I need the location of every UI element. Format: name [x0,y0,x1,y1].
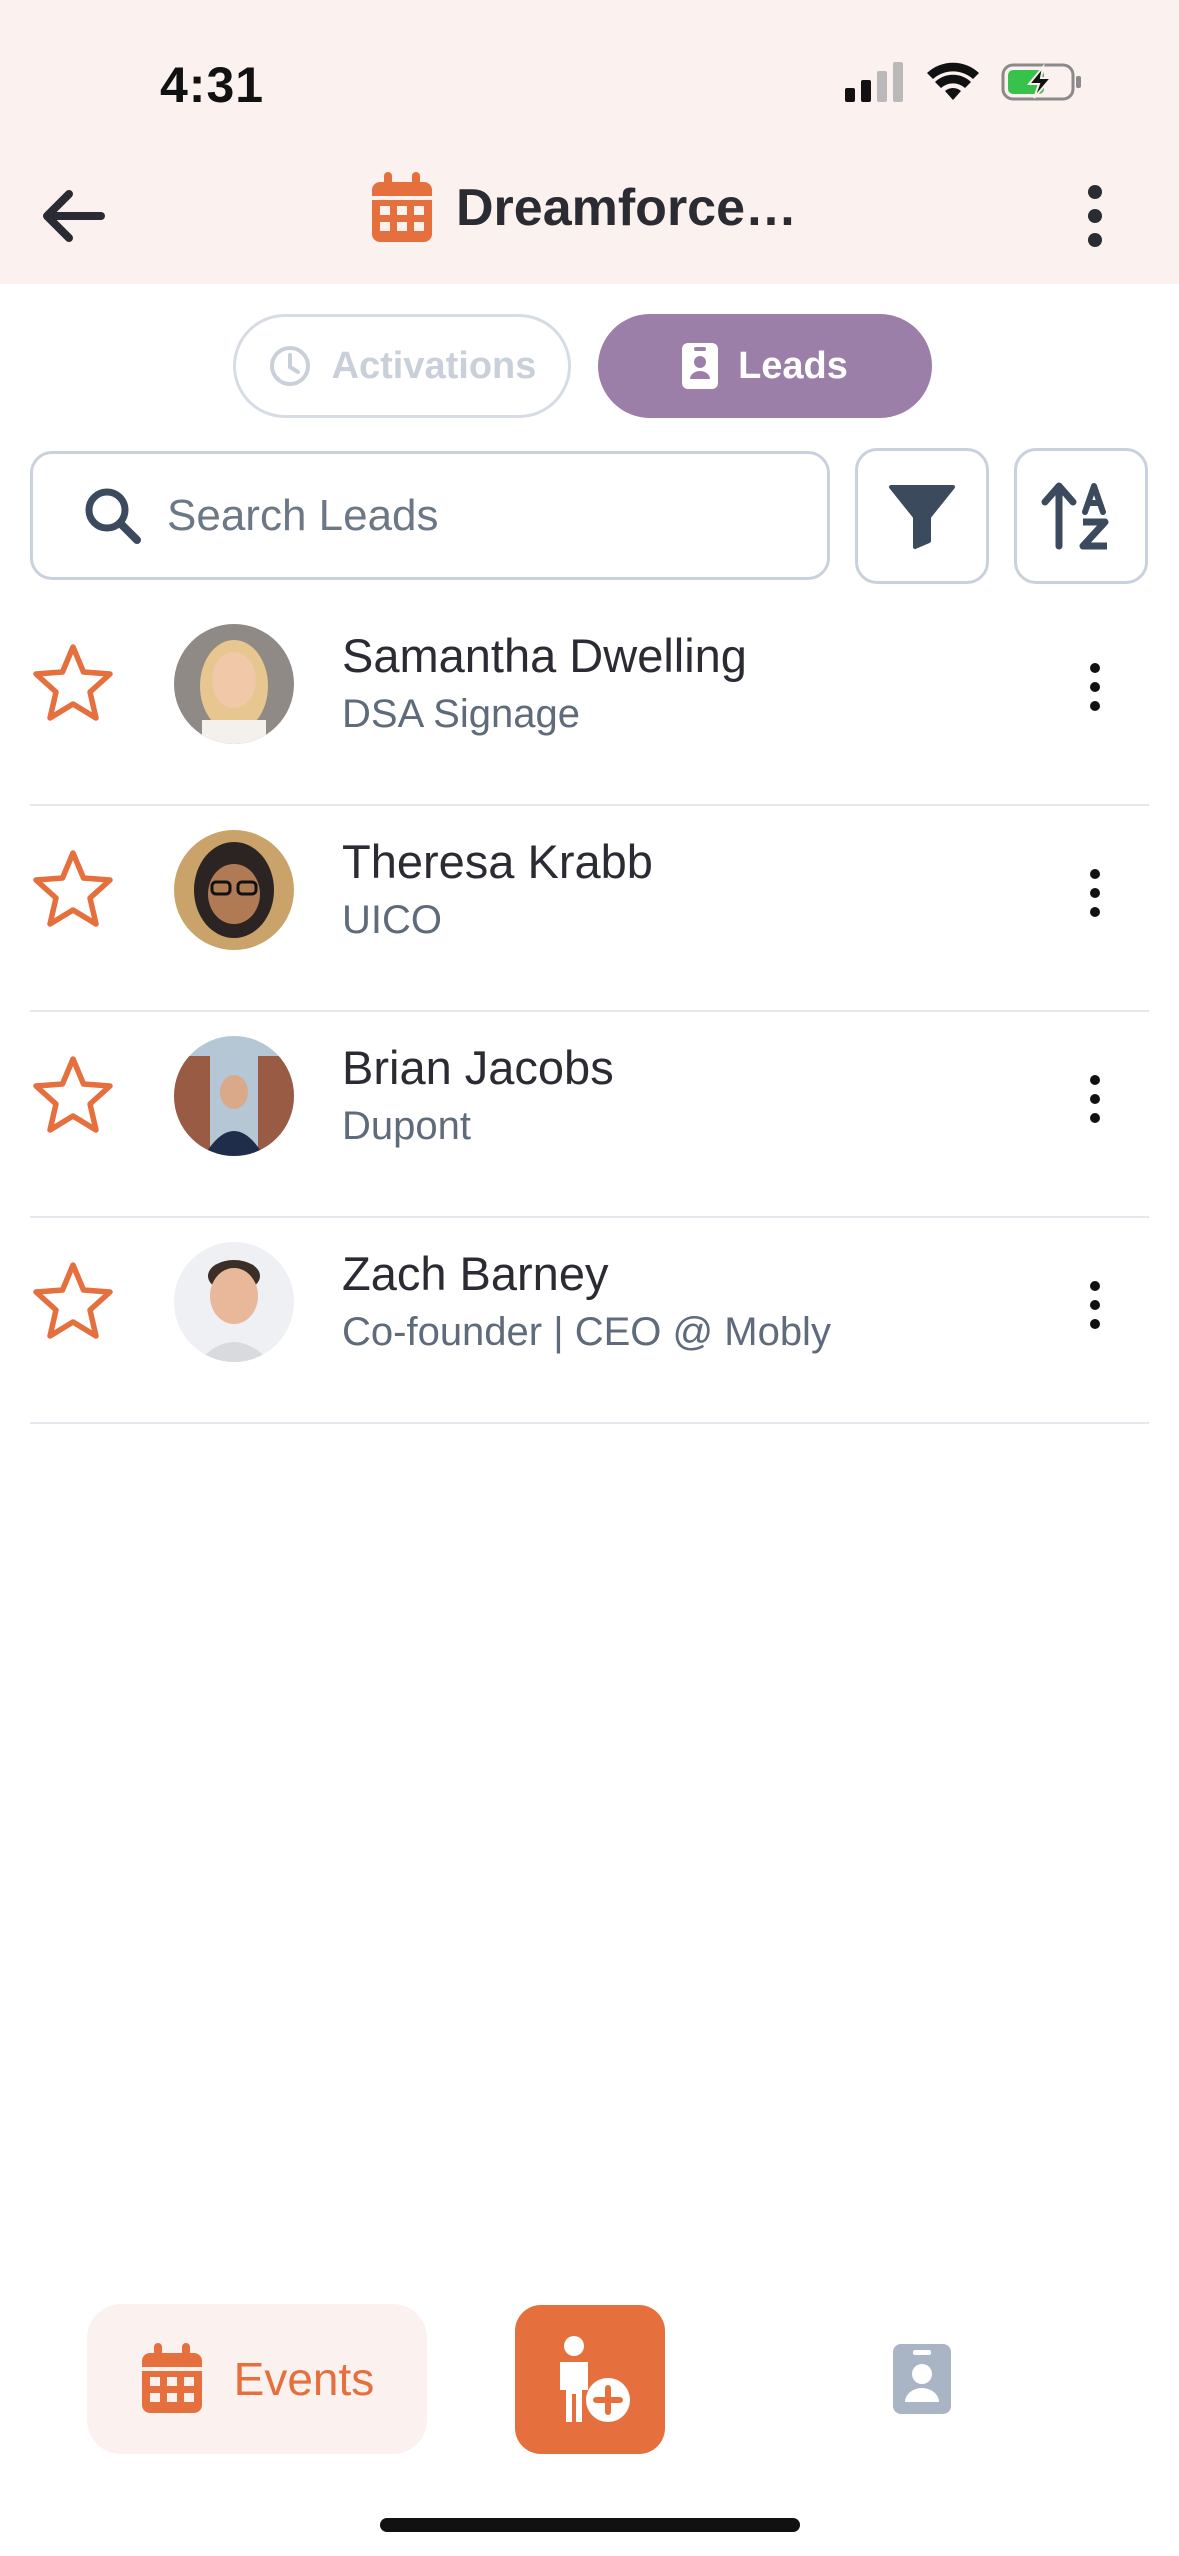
search-icon [85,488,141,544]
lead-name: Zach Barney [342,1247,609,1300]
back-arrow-icon [43,190,105,242]
sort-button[interactable] [1014,448,1148,584]
clock-icon [269,346,310,386]
contacts-tab[interactable] [892,2343,952,2415]
more-vertical-icon[interactable] [1085,662,1105,712]
more-vertical-icon[interactable] [1085,868,1105,918]
avatar [174,1036,294,1156]
tab-activations[interactable]: Activations [233,314,571,418]
lead-company: UICO [342,898,442,942]
list-item[interactable]: Samantha Dwelling DSA Signage [30,600,1149,806]
badge-icon [682,343,719,389]
avatar [174,624,294,744]
more-vertical-icon [1088,185,1102,247]
more-vertical-icon[interactable] [1085,1074,1105,1124]
status-time: 4:31 [160,57,265,113]
sort-az-icon [1041,482,1109,550]
events-tab[interactable]: Events [87,2304,427,2454]
back-button[interactable] [34,178,110,254]
header: 4:31 Dreamforce… [0,0,1179,284]
tab-activations-label: Activations [331,344,537,387]
more-menu-button[interactable] [1073,178,1117,254]
search-placeholder: Search Leads [167,490,439,540]
lead-company: DSA Signage [342,692,580,736]
lead-company: Co-founder | CEO @ Mobly [342,1310,831,1354]
leads-list: Samantha Dwelling DSA Signage Theresa Kr… [30,600,1149,1424]
signal-icon [845,62,903,102]
event-title[interactable]: Dreamforce… [370,172,797,244]
calendar-icon [141,2343,202,2413]
add-person-icon [560,2335,630,2422]
more-vertical-icon[interactable] [1085,1280,1105,1330]
page-title: Dreamforce… [456,179,798,237]
avatar [174,830,294,950]
wifi-icon [927,62,979,100]
list-item[interactable]: Brian Jacobs Dupont [30,1012,1149,1218]
lead-company: Dupont [342,1104,471,1148]
tab-leads-label: Leads [738,344,848,387]
filter-button[interactable] [855,448,989,584]
star-icon[interactable] [30,641,116,727]
filter-icon [889,485,955,549]
search-input[interactable]: Search Leads [30,451,830,580]
calendar-icon [372,172,432,242]
status-icons [845,62,1083,102]
tab-leads[interactable]: Leads [598,314,932,418]
list-item[interactable]: Zach Barney Co-founder | CEO @ Mobly [30,1218,1149,1424]
contacts-icon [893,2344,951,2414]
star-icon[interactable] [30,1259,116,1345]
battery-icon [1001,63,1081,101]
list-item[interactable]: Theresa Krabb UICO [30,806,1149,1012]
lead-name: Brian Jacobs [342,1041,614,1094]
events-label: Events [233,2353,375,2405]
add-lead-button[interactable] [515,2305,665,2454]
home-indicator [380,2518,800,2532]
star-icon[interactable] [30,1053,116,1139]
avatar [174,1242,294,1362]
lead-name: Samantha Dwelling [342,629,747,682]
lead-name: Theresa Krabb [342,835,653,888]
star-icon[interactable] [30,847,116,933]
